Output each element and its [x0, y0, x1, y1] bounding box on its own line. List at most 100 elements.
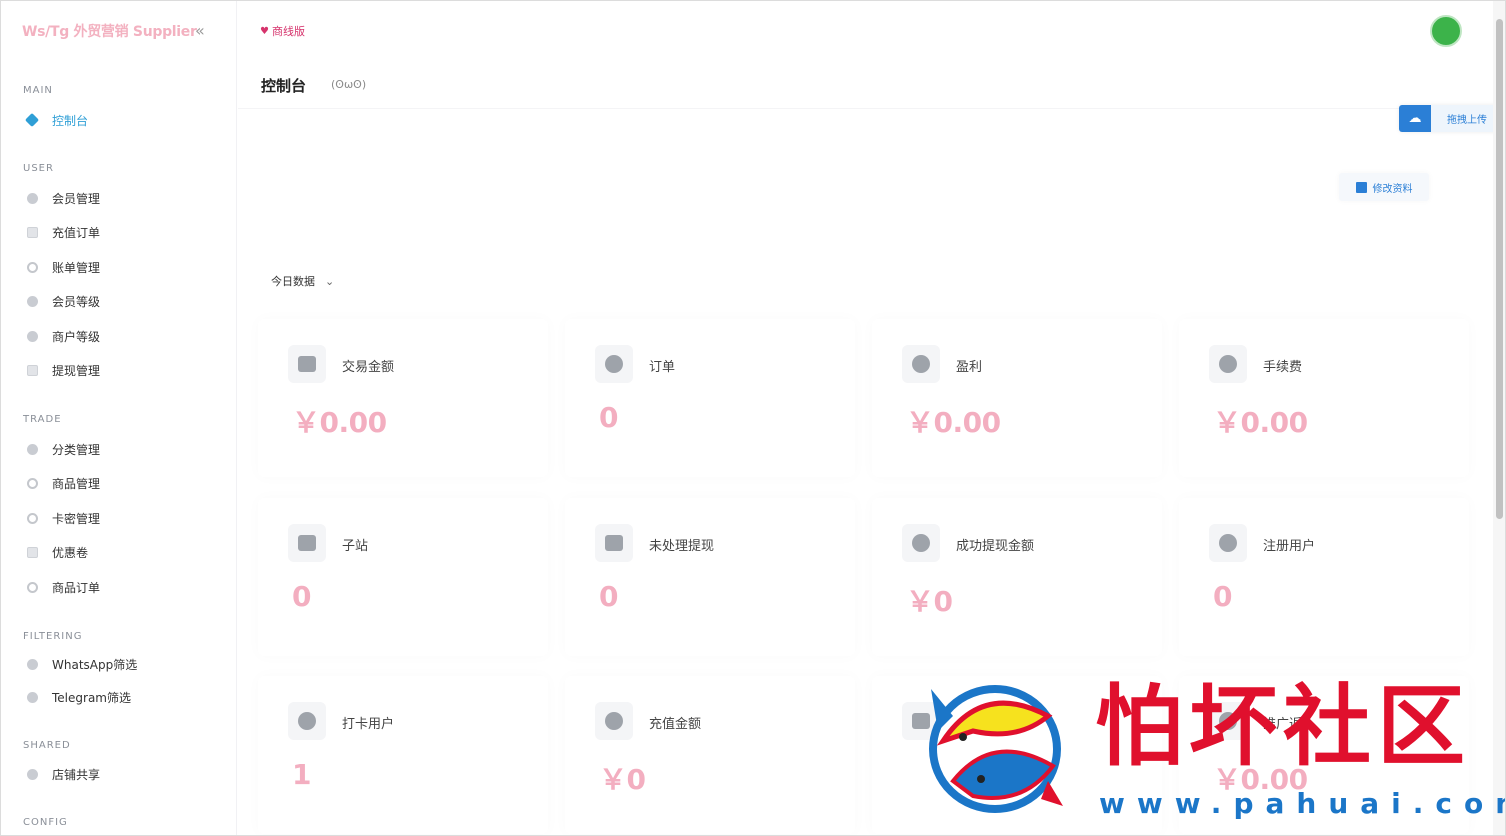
sidebar-item-label: 卡密管理: [52, 511, 101, 526]
stat-card-fees: 手续费 ￥0.00: [1179, 319, 1469, 477]
sidebar-item-label: 分类管理: [52, 442, 101, 457]
sidebar-item-label: 商户等级: [52, 329, 101, 344]
sidebar-item-label: 账单管理: [52, 260, 101, 275]
section-filtering: FILTERING: [23, 631, 83, 642]
pie-chart-icon: [902, 345, 940, 383]
dollar-hand-icon: [1209, 345, 1247, 383]
edit-icon: [1355, 181, 1367, 193]
sidebar-item-label: 提现管理: [52, 363, 101, 378]
chevron-down-icon: ⌄: [325, 274, 335, 288]
edit-profile-label: 修改资料: [1372, 183, 1413, 195]
sidebar-item-shop-share[interactable]: 店铺共享: [23, 764, 100, 784]
card-key-icon: [23, 511, 41, 525]
sidebar-item-label: 店铺共享: [52, 767, 101, 782]
stat-label: 未处理提现: [649, 539, 715, 554]
section-config: CONFIG: [23, 817, 68, 828]
stat-label: 手续费: [1263, 360, 1303, 375]
topbar: ♥ 商线版: [238, 1, 1494, 61]
stat-label: 充值金额: [649, 717, 702, 732]
sidebar-item-label: 充值订单: [52, 225, 101, 240]
stat-card-pending-withdrawals: 未处理提现 0: [565, 498, 855, 656]
sidebar: Ws/Tg 外贸营销 Supplier « MAIN 控制台 USER 会员管理…: [1, 1, 237, 835]
coupon-icon: [23, 545, 41, 559]
scrollbar-thumb[interactable]: [1496, 19, 1503, 519]
sidebar-item-withdrawals[interactable]: 提现管理: [23, 360, 100, 380]
page-subtitle: (ʘωʘ): [331, 78, 367, 91]
hand-dollar-icon: [595, 702, 633, 740]
edit-profile-button[interactable]: 修改资料: [1339, 173, 1429, 201]
stat-label: 交易金额: [342, 360, 395, 375]
page-scrollbar[interactable]: [1493, 1, 1505, 835]
telegram-icon: [23, 690, 41, 704]
cloud-upload-icon: ☁: [1399, 105, 1431, 132]
stat-value: 0: [1213, 580, 1232, 613]
sidebar-item-dashboard[interactable]: 控制台: [23, 110, 88, 130]
page-title: 控制台: [261, 77, 307, 95]
dollar-card-icon: [595, 524, 633, 562]
stat-card-checkin-users: 打卡用户 1: [258, 676, 548, 834]
stat-label: 打卡用户: [342, 717, 395, 732]
sidebar-item-label: 商品订单: [52, 580, 101, 595]
page-header: 控制台 (ʘωʘ): [238, 61, 1494, 109]
sidebar-item-goods-orders[interactable]: 商品订单: [23, 577, 100, 597]
date-range-select[interactable]: 今日数据 ⌄: [271, 273, 334, 289]
sidebar-item-categories[interactable]: 分类管理: [23, 439, 100, 459]
app-window: Ws/Tg 外贸营销 Supplier « MAIN 控制台 USER 会员管理…: [0, 0, 1506, 836]
level-icon: [23, 294, 41, 308]
bag-icon: [288, 345, 326, 383]
bill-icon: [23, 260, 41, 274]
merchant-icon: [23, 329, 41, 343]
sidebar-item-label: 会员等级: [52, 294, 101, 309]
stat-value: 0: [599, 401, 618, 434]
stat-value: ￥0.00: [906, 406, 1001, 439]
sidebar-item-bills[interactable]: 账单管理: [23, 257, 100, 277]
sidebar-item-merchant-levels[interactable]: 商户等级: [23, 326, 100, 346]
stat-value: ￥0.00: [292, 406, 387, 439]
stat-label: 子站: [342, 539, 369, 554]
edition-label: 商线版: [271, 25, 305, 38]
stat-card-transaction-amount: 交易金额 ￥0.00: [258, 319, 548, 477]
drag-upload-button[interactable]: ☁ 拖拽上传: [1399, 105, 1503, 132]
sidebar-item-label: 会员管理: [52, 191, 101, 206]
section-main: MAIN: [23, 85, 53, 96]
brand-title: Ws/Tg 外贸营销 Supplier: [22, 24, 197, 40]
stat-value: ￥0.00: [1213, 763, 1308, 796]
stat-value: ￥0: [599, 763, 646, 796]
user-icon: [23, 191, 41, 205]
sidebar-item-card-keys[interactable]: 卡密管理: [23, 508, 100, 528]
stat-value: 0: [292, 580, 311, 613]
heart-icon: ♥: [260, 25, 269, 37]
sidebar-item-member-levels[interactable]: 会员等级: [23, 291, 100, 311]
sidebar-item-members[interactable]: 会员管理: [23, 188, 100, 208]
withdraw-icon: [23, 363, 41, 377]
sidebar-item-label: WhatsApp筛选: [52, 657, 138, 672]
order-icon: [23, 580, 41, 594]
sidebar-item-recharge-orders[interactable]: 充值订单: [23, 222, 100, 242]
dashboard-content: 修改资料 今日数据 ⌄ 交易金额 ￥0.00 订单 0 盈利 ￥0.00 手续费…: [238, 109, 1494, 835]
stat-label: 成功提现金额: [956, 539, 1035, 554]
avatar[interactable]: [1430, 15, 1462, 47]
sidebar-item-telegram-filter[interactable]: Telegram筛选: [23, 687, 131, 707]
whatsapp-icon: [23, 657, 41, 671]
share-icon: [23, 767, 41, 781]
sidebar-item-label: 控制台: [52, 113, 89, 128]
section-trade: TRADE: [23, 414, 62, 425]
stat-card-profit: 盈利 ￥0.00: [872, 319, 1162, 477]
stat-card-successful-withdrawals: 成功提现金额 ￥0: [872, 498, 1162, 656]
sidebar-item-coupons[interactable]: 优惠卷: [23, 542, 88, 562]
stat-value: ￥0.00: [1213, 406, 1308, 439]
pie-chart-icon: [595, 345, 633, 383]
stat-value: ￥0: [906, 585, 953, 618]
stat-card-paypal: [872, 676, 1162, 834]
house-icon: [288, 524, 326, 562]
sidebar-item-label: Telegram筛选: [52, 690, 131, 705]
stat-card-promotion-rebate: 推广返 ￥0.00: [1179, 676, 1469, 834]
recharge-icon: [23, 225, 41, 239]
date-range-label: 今日数据: [271, 275, 315, 288]
dashboard-icon: [23, 112, 41, 128]
collapse-sidebar-icon[interactable]: «: [195, 21, 205, 40]
yen-icon: [1209, 702, 1247, 740]
stat-card-substations: 子站 0: [258, 498, 548, 656]
sidebar-item-whatsapp-filter[interactable]: WhatsApp筛选: [23, 654, 137, 674]
sidebar-item-goods[interactable]: 商品管理: [23, 473, 100, 493]
